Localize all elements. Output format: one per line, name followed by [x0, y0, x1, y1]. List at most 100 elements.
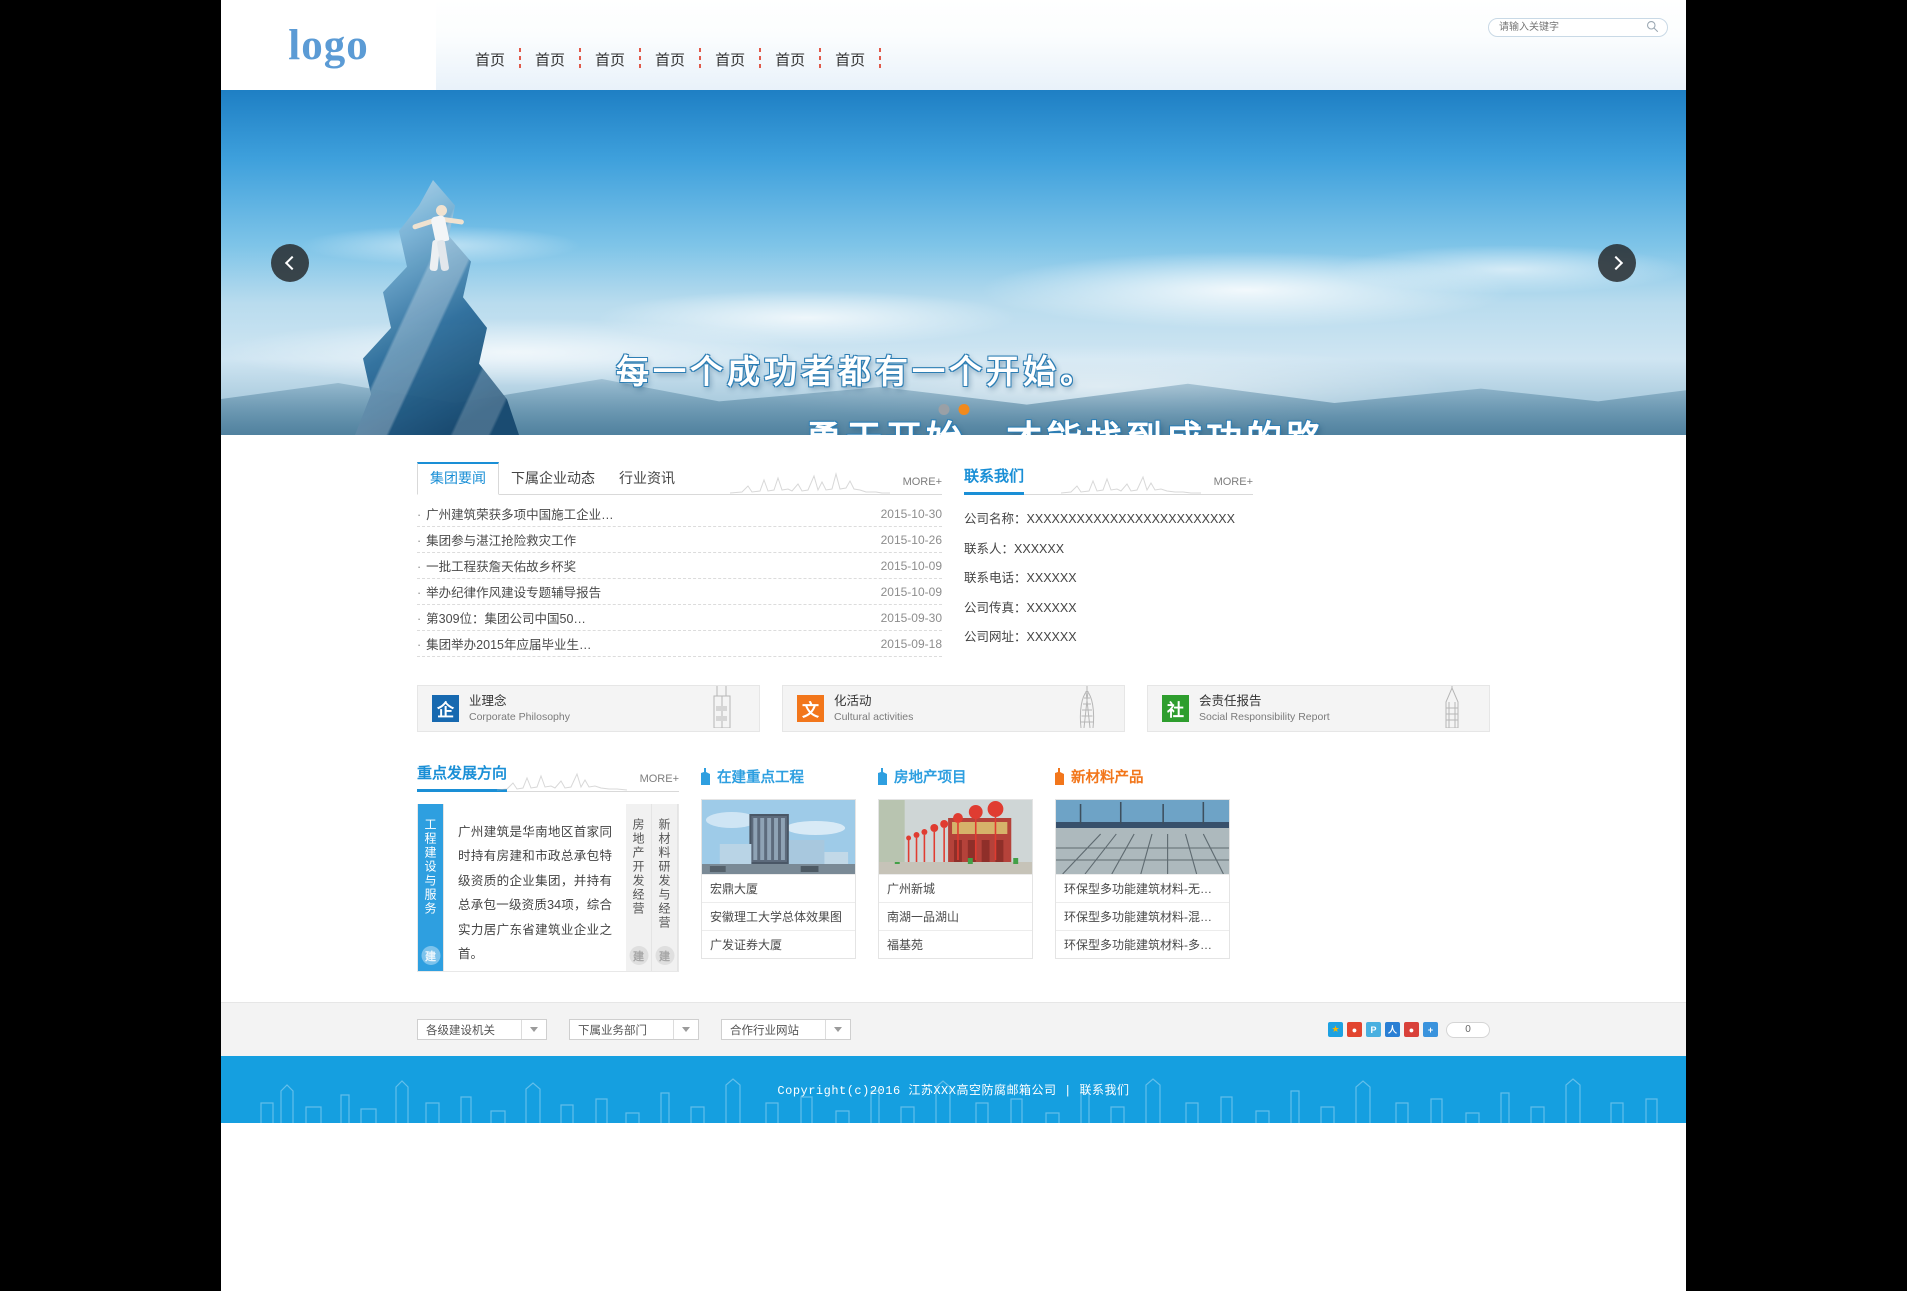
news-item[interactable]: 广州建筑荣获多项中国施工企业… 2015-10-30: [417, 501, 942, 527]
project-column-header: 房地产项目: [878, 762, 1033, 790]
nav-separator: [879, 48, 882, 70]
feature-label-en: Corporate Philosophy: [469, 710, 570, 723]
carousel-dot-2[interactable]: [958, 404, 969, 415]
carousel-prev-button[interactable]: [271, 243, 309, 282]
project-list-item[interactable]: 环保型多功能建筑材料-多…: [1056, 930, 1229, 958]
accordion-body-text: 广州建筑是华南地区首家同时持有房建和市政总承包特级资质的企业集团，并持有总承包一…: [444, 804, 626, 971]
feature-label-cn: 会责任报告: [1199, 693, 1262, 708]
contact-more-link[interactable]: MORE+: [1214, 476, 1253, 488]
nav-item-7[interactable]: 首页: [821, 49, 879, 70]
chevron-down-icon[interactable]: [825, 1020, 850, 1039]
project-list-item[interactable]: 广州新城: [879, 874, 1032, 902]
news-item[interactable]: 一批工程获詹天佑故乡杯奖 2015-10-09: [417, 553, 942, 579]
footer-links-bar: 各级建设机关 下属业务部门 合作行业网站 ★ ● P 人 ● +0: [221, 1002, 1686, 1056]
tencent-weibo-icon[interactable]: P: [1366, 1022, 1381, 1037]
footer-select-label: 下属业务部门: [578, 1024, 647, 1037]
feature-label-cn: 业理念: [469, 693, 507, 708]
footer-select-2[interactable]: 下属业务部门: [569, 1019, 699, 1040]
accordion-tab-label: 房地产开发经营: [631, 818, 645, 916]
chevron-down-icon[interactable]: [673, 1020, 698, 1039]
share-count: 0: [1446, 1021, 1490, 1038]
project-list-item[interactable]: 环保型多功能建筑材料-混…: [1056, 902, 1229, 930]
weibo-icon[interactable]: ●: [1347, 1022, 1362, 1037]
building-marker-icon: [1055, 767, 1064, 785]
accordion-tab-label: 工程建设与服务: [423, 818, 437, 916]
contact-item-label: 公司传真：: [964, 600, 1027, 615]
contact-list: 公司名称：XXXXXXXXXXXXXXXXXXXXXXXXX 联系人：XXXXXX…: [964, 495, 1253, 653]
project-list-item[interactable]: 环保型多功能建筑材料-无…: [1056, 874, 1229, 902]
share-more-icon[interactable]: +: [1423, 1022, 1438, 1037]
news-item-date: 2015-10-09: [880, 558, 942, 573]
feature-box-1[interactable]: 企业理念 Corporate Philosophy: [417, 685, 760, 732]
news-list: 广州建筑荣获多项中国施工企业… 2015-10-30 集团参与湛江抢险救灾工作 201…: [417, 495, 942, 657]
search-box: [1488, 17, 1668, 37]
feature-box-2[interactable]: 文化活动 Cultural activities: [782, 685, 1125, 732]
news-tab-1[interactable]: 集团要闻: [417, 462, 499, 495]
nav-item-3[interactable]: 首页: [581, 49, 639, 70]
news-tab-2[interactable]: 下属企业动态: [499, 464, 607, 494]
contact-item-label: 公司名称：: [964, 512, 1027, 526]
accordion-tab-1[interactable]: 工程建设与服务建: [418, 804, 444, 971]
search-icon[interactable]: [1646, 20, 1659, 33]
logo[interactable]: logo: [221, 0, 436, 90]
news-item[interactable]: 举办纪律作风建设专题辅导报告 2015-10-09: [417, 579, 942, 605]
accordion-active-arrow-icon: [443, 891, 444, 905]
search-input[interactable]: [1488, 18, 1668, 37]
carousel-next-button[interactable]: [1598, 243, 1636, 282]
chevron-right-icon: [1608, 255, 1623, 270]
douban-icon[interactable]: ●: [1404, 1022, 1419, 1037]
footer-select-1[interactable]: 各级建设机关: [417, 1019, 547, 1040]
footer-selects: 各级建设机关 下属业务部门 合作行业网站: [417, 1019, 873, 1040]
development-section: 重点发展方向 MORE+ 工程建设与服务建广州建筑是华南地区首家同时持有房建和市…: [417, 762, 679, 972]
project-image[interactable]: [702, 800, 855, 874]
contact-item-label: 公司网址：: [964, 630, 1027, 644]
accordion-tab-label: 新材料研发与经营: [657, 818, 671, 930]
project-list-item[interactable]: 福基苑: [879, 930, 1032, 958]
feature-box-3[interactable]: 社会责任报告 Social Responsibility Report: [1147, 685, 1490, 732]
project-list-item[interactable]: 广发证券大厦: [702, 930, 855, 958]
project-list-item[interactable]: 安徽理工大学总体效果图: [702, 902, 855, 930]
nav-item-1[interactable]: 首页: [461, 49, 519, 70]
news-item-title: 一批工程获詹天佑故乡杯奖: [417, 556, 576, 575]
feature-label-cn: 化活动: [834, 693, 872, 708]
bottom-row: 重点发展方向 MORE+ 工程建设与服务建广州建筑是华南地区首家同时持有房建和市…: [417, 732, 1490, 972]
nav-item-5[interactable]: 首页: [701, 49, 759, 70]
project-image[interactable]: [879, 800, 1032, 874]
news-item-date: 2015-09-30: [880, 610, 942, 625]
accordion-tab-2[interactable]: 房地产开发经营建: [626, 804, 652, 971]
contact-item: 联系人：XXXXXX: [964, 535, 1253, 565]
project-column-title: 新材料产品: [1071, 769, 1144, 786]
project-list-item[interactable]: 南湖一品湖山: [879, 902, 1032, 930]
nav-item-6[interactable]: 首页: [761, 49, 819, 70]
news-item-title: 广州建筑荣获多项中国施工企业…: [417, 504, 614, 523]
development-more-link[interactable]: MORE+: [640, 773, 679, 785]
contact-section: 联系我们 MORE+ 公司名称：XXXXXXXXXXXXXXXXXXXXXXXX…: [964, 465, 1253, 657]
project-column-title: 在建重点工程: [717, 769, 804, 786]
feature-badge-icon: 企: [432, 695, 459, 722]
footer-select-3[interactable]: 合作行业网站: [721, 1019, 851, 1040]
chevron-down-icon[interactable]: [521, 1020, 546, 1039]
carousel-dot-1[interactable]: [938, 404, 949, 415]
skyline-decoration: [1061, 475, 1201, 494]
qzone-icon[interactable]: ★: [1328, 1022, 1343, 1037]
building-marker-icon: [878, 767, 887, 785]
feature-badge-icon: 社: [1162, 695, 1189, 722]
news-item-title: 举办纪律作风建设专题辅导报告: [417, 582, 601, 601]
contact-item-label: 联系电话：: [964, 571, 1027, 585]
news-more-link[interactable]: MORE+: [903, 476, 942, 488]
news-item-date: 2015-09-18: [880, 636, 942, 651]
news-section-header: 集团要闻 下属企业动态 行业资讯 MORE+: [417, 462, 942, 495]
accordion-tab-3[interactable]: 新材料研发与经营建: [652, 804, 678, 971]
project-columns: 在建重点工程宏鼎大厦 安徽理工大学总体效果图 广发证券大厦 房地产项目广州新城 南湖一品…: [701, 762, 1230, 972]
nav-item-2[interactable]: 首页: [521, 49, 579, 70]
nav-item-4[interactable]: 首页: [641, 49, 699, 70]
news-item[interactable]: 集团参与湛江抢险救灾工作 2015-10-26: [417, 527, 942, 553]
news-tab-3[interactable]: 行业资讯: [607, 464, 687, 494]
chevron-left-icon: [284, 255, 299, 270]
news-item[interactable]: 集团举办2015年应届毕业生… 2015-09-18: [417, 631, 942, 657]
project-image[interactable]: [1056, 800, 1229, 874]
renren-icon[interactable]: 人: [1385, 1022, 1400, 1037]
news-and-contact-row: 集团要闻下属企业动态行业资讯 MORE+ 广州建筑荣获多项中国施工企业… 2015…: [417, 435, 1490, 657]
project-list-item[interactable]: 宏鼎大厦: [702, 874, 855, 902]
news-item[interactable]: 第309位：集团公司中国50… 2015-09-30: [417, 605, 942, 631]
